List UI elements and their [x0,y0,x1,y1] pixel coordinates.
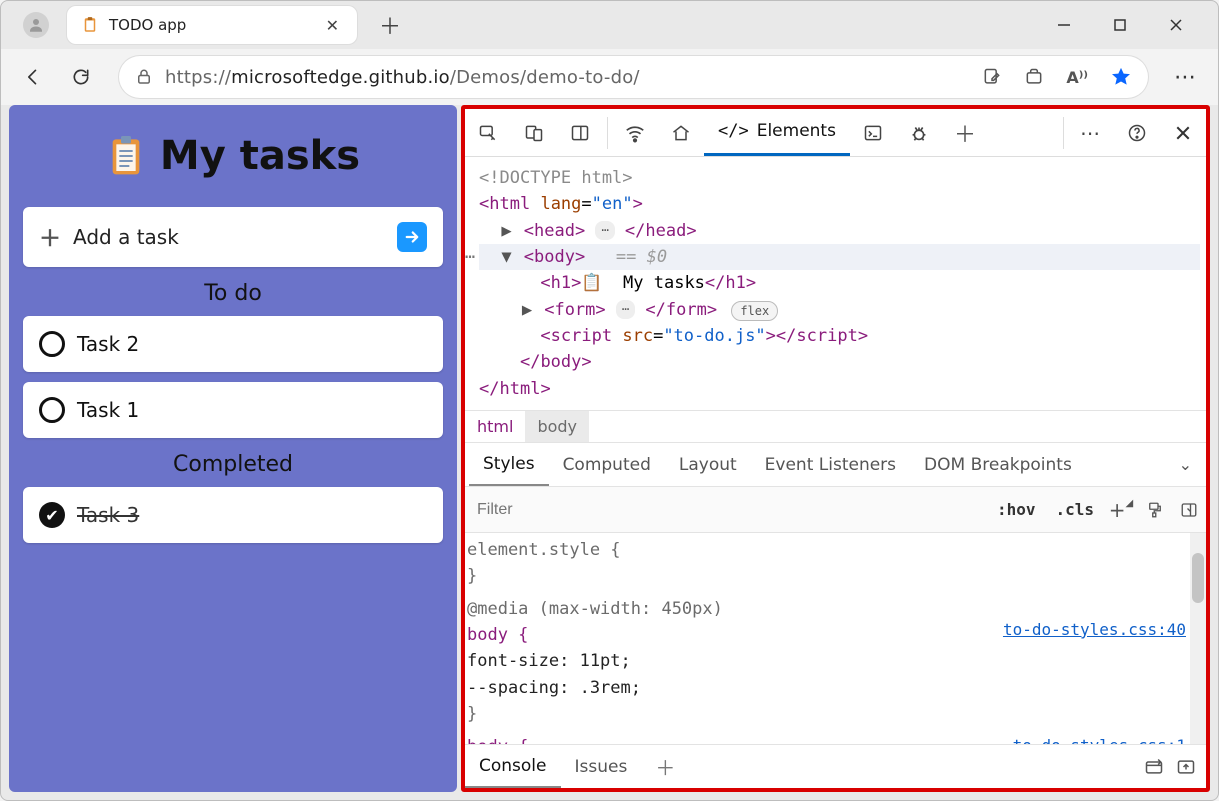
drawer-tab-issues[interactable]: Issues [561,745,642,788]
dock-side-icon[interactable] [557,110,603,156]
read-aloud-icon[interactable]: A⁾⁾ [1066,68,1088,87]
task-item[interactable]: Task 1 [23,382,443,438]
devtools-drawer: Console Issues ＋ [465,744,1206,788]
minimize-button[interactable] [1050,11,1078,39]
task-label: Task 2 [77,332,139,356]
profile-avatar[interactable] [23,12,49,38]
styles-filter-input[interactable] [465,501,987,519]
url-text: https://microsoftedge.github.io/Demos/de… [165,67,640,88]
drawer-add-tab[interactable]: ＋ [641,745,689,788]
crumb-body[interactable]: body [525,411,589,442]
favorite-star-icon[interactable] [1110,66,1132,88]
heading-text: My tasks [160,133,360,179]
crumb-html[interactable]: html [465,411,525,442]
close-window-button[interactable] [1162,11,1190,39]
refresh-button[interactable] [61,57,101,97]
code-icon: </> [718,121,749,141]
browser-addressbar: https://microsoftedge.github.io/Demos/de… [1,49,1218,105]
dom-tree[interactable]: <!DOCTYPE html> <html lang="en"> ▶ <head… [465,157,1206,410]
drawer-tab-console[interactable]: Console [465,745,561,788]
tab-elements[interactable]: </> Elements [704,109,850,156]
help-icon[interactable] [1114,110,1160,156]
browser-titlebar: TODO app ✕ ＋ [1,1,1218,49]
browser-tab[interactable]: TODO app ✕ [67,6,357,44]
drawer-icon[interactable] [1144,757,1164,777]
edit-page-icon[interactable] [982,67,1002,87]
collapse-icon[interactable]: ▼ [499,244,513,270]
clipboard-icon [106,134,146,178]
omnibox[interactable]: https://microsoftedge.github.io/Demos/de… [119,56,1148,98]
more-tabs-button[interactable]: ＋ [942,110,988,156]
paint-icon[interactable] [1138,501,1172,519]
close-tab-icon[interactable]: ✕ [322,14,343,37]
new-tab-button[interactable]: ＋ [371,5,409,45]
chevron-down-icon[interactable]: ⌄ [1179,455,1192,474]
task-item[interactable]: Task 2 [23,316,443,372]
subtab-dom-breakpoints[interactable]: DOM Breakpoints [910,443,1086,486]
styles-pane[interactable]: element.style { } to-do-styles.css:40 @m… [465,533,1206,744]
inspect-element-icon[interactable] [465,110,511,156]
lock-icon [135,68,153,86]
maximize-button[interactable] [1106,11,1134,39]
add-task-input[interactable]: Add a task [73,225,179,249]
devtools-toolbar: </> Elements ＋ ⋯ [465,109,1206,157]
subtab-event-listeners[interactable]: Event Listeners [751,443,910,486]
checkbox-empty-icon[interactable] [39,397,65,423]
todo-app: My tasks ＋ Add a task To do Task 2 Task … [9,105,457,792]
clipboard-icon [81,16,99,34]
computed-toggle-icon[interactable] [1172,501,1206,519]
subtab-layout[interactable]: Layout [665,443,751,486]
device-toolbar-icon[interactable] [511,110,557,156]
subtab-styles[interactable]: Styles [469,443,549,486]
back-button[interactable] [13,57,53,97]
close-devtools-icon[interactable] [1160,110,1206,156]
cls-toggle[interactable]: .cls [1045,500,1104,519]
tab-title: TODO app [109,16,312,34]
collections-icon[interactable] [1024,67,1044,87]
section-todo-heading: To do [23,281,443,306]
new-style-rule-icon[interactable]: +◢ [1104,498,1138,522]
section-completed-heading: Completed [23,452,443,477]
submit-task-button[interactable] [397,222,427,252]
browser-more-menu[interactable]: ⋯ [1166,57,1206,97]
expand-drawer-icon[interactable] [1176,757,1196,777]
plus-icon: ＋ [39,221,61,253]
network-conditions-icon[interactable] [612,110,658,156]
hov-toggle[interactable]: :hov [987,500,1046,519]
task-item-completed[interactable]: ✔ Task 3 [23,487,443,543]
page-title: My tasks [23,133,443,179]
welcome-icon[interactable] [658,110,704,156]
add-task-card[interactable]: ＋ Add a task [23,207,443,267]
subtab-computed[interactable]: Computed [549,443,665,486]
checkbox-empty-icon[interactable] [39,331,65,357]
devtools-more-menu[interactable]: ⋯ [1068,110,1114,156]
devtools-panel: </> Elements ＋ ⋯ <!DOCTYPE html> <html l… [461,105,1210,792]
source-link[interactable]: to-do-styles.css:1 [1013,734,1186,745]
expand-icon[interactable]: ▶ [499,218,513,244]
checkbox-checked-icon[interactable]: ✔ [39,502,65,528]
task-label: Task 1 [77,398,139,422]
styles-subtabs: Styles Computed Layout Event Listeners D… [465,443,1206,487]
sources-bug-icon[interactable] [896,110,942,156]
console-tab-icon[interactable] [850,110,896,156]
task-label: Task 3 [77,503,139,527]
dom-breadcrumb: html body [465,410,1206,443]
source-link[interactable]: to-do-styles.css:40 [1003,618,1186,643]
expand-icon[interactable]: ▶ [520,297,534,323]
styles-filter-row: :hov .cls +◢ [465,487,1206,533]
